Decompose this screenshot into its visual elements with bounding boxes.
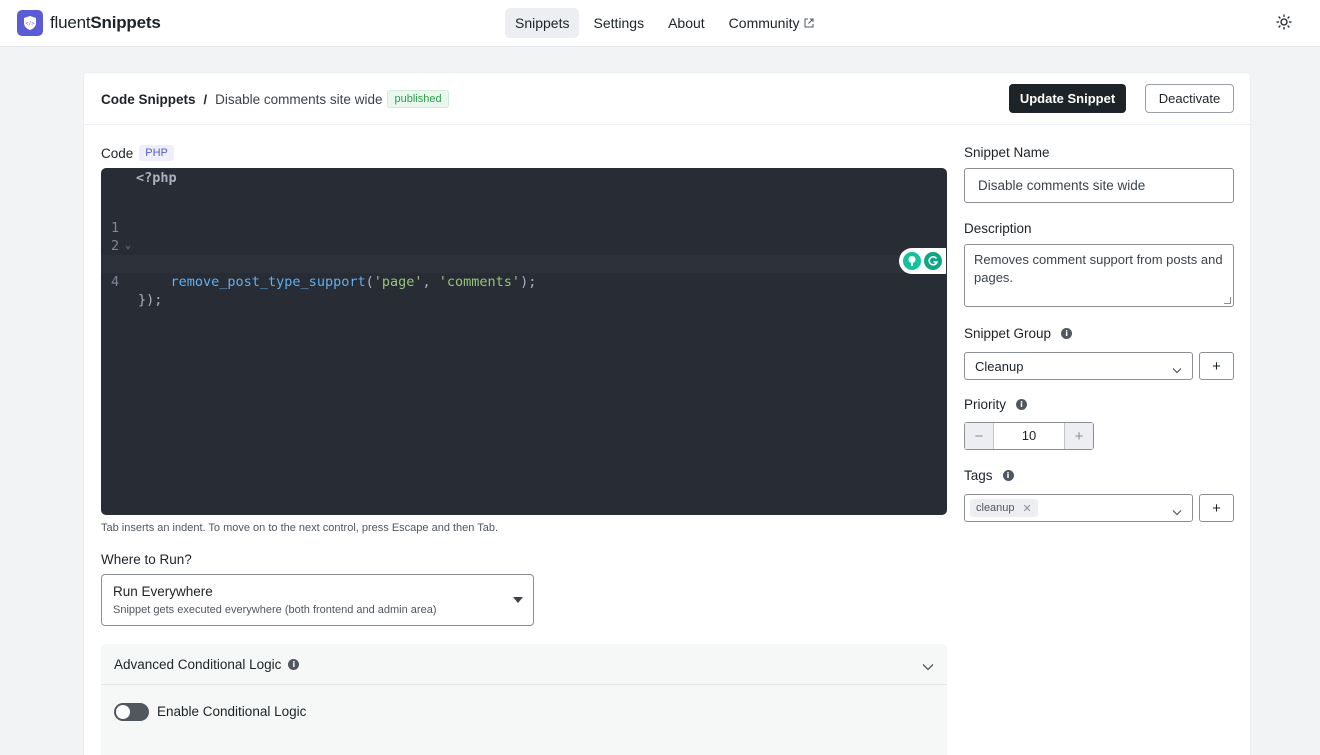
grammarly-suggest-icon[interactable] xyxy=(903,252,922,270)
toggle-knob xyxy=(116,705,130,719)
chevron-down-icon xyxy=(1172,503,1182,521)
line-number: 4 xyxy=(111,274,120,290)
snippet-group-value: Cleanup xyxy=(975,359,1024,374)
conditional-logic-toggle-label: Enable Conditional Logic xyxy=(157,704,307,719)
code-text: }); xyxy=(138,292,163,308)
external-link-icon xyxy=(804,15,814,31)
grammarly-logo-icon[interactable] xyxy=(923,252,942,270)
priority-label: Priority i xyxy=(964,397,1028,412)
add-tag-button[interactable]: + xyxy=(1199,494,1234,522)
breadcrumb-snippet-title: Disable comments site wide xyxy=(215,91,383,107)
info-icon: i xyxy=(288,659,300,670)
caret-down-icon xyxy=(513,597,523,603)
conditional-logic-toggle[interactable] xyxy=(114,703,149,721)
where-to-run-label: Where to Run? xyxy=(101,552,192,567)
remove-tag-close-icon[interactable]: ✕ xyxy=(1023,502,1032,515)
priority-stepper: − 10 + xyxy=(964,422,1094,450)
brand-name: fluentSnippets xyxy=(50,13,161,32)
main-nav: Snippets Settings About Community xyxy=(505,8,828,38)
snippet-name-input[interactable]: Disable comments site wide xyxy=(964,168,1234,203)
conditional-logic-panel: Advanced Conditional Logic i Enable Cond… xyxy=(101,644,947,755)
snippet-name-label: Snippet Name xyxy=(964,145,1050,160)
fluent-snippets-logo-icon: </> xyxy=(17,10,43,36)
info-icon: i xyxy=(1002,470,1014,481)
tags-label: Tags i xyxy=(964,468,1014,483)
tag-chip-label: cleanup xyxy=(976,502,1015,514)
nav-settings-label: Settings xyxy=(593,15,645,31)
snippet-group-label: Snippet Group i xyxy=(964,326,1073,341)
tags-label-text: Tags xyxy=(964,468,993,483)
svg-text:</>: </> xyxy=(25,21,34,27)
update-snippet-button[interactable]: Update Snippet xyxy=(1009,84,1126,113)
status-badge: published xyxy=(387,90,449,108)
where-to-run-select[interactable]: Run Everywhere Snippet gets executed eve… xyxy=(101,574,534,626)
theme-toggle-sun-icon[interactable] xyxy=(1276,14,1292,35)
tag-chip: cleanup ✕ xyxy=(970,499,1038,517)
conditional-logic-header[interactable]: Advanced Conditional Logic i xyxy=(101,644,947,685)
description-textarea[interactable]: Removes comment support from posts and p… xyxy=(964,244,1234,307)
description-label-text: Description xyxy=(964,221,1032,236)
code-line: 1 ⌄ add_action('init', function () { xyxy=(101,201,947,272)
language-badge: PHP xyxy=(139,145,174,161)
run-option-description: Snippet gets executed everywhere (both f… xyxy=(113,604,437,616)
breadcrumb-code-snippets-link[interactable]: Code Snippets xyxy=(101,92,196,107)
conditional-logic-title-text: Advanced Conditional Logic xyxy=(114,657,282,672)
add-group-button[interactable]: + xyxy=(1199,352,1234,380)
code-editor[interactable]: <?php 1 ⌄ add_action('init', function ()… xyxy=(101,168,947,515)
nav-snippets-label: Snippets xyxy=(515,15,570,31)
brand[interactable]: </> fluentSnippets xyxy=(17,10,161,36)
conditional-logic-title: Advanced Conditional Logic i xyxy=(114,657,300,672)
nav-snippets[interactable]: Snippets xyxy=(505,8,580,38)
code-line: 2 remove_post_type_support('post', 'comm… xyxy=(101,219,947,272)
nav-about-label: About xyxy=(668,15,705,31)
run-option-title: Run Everywhere xyxy=(113,584,213,599)
nav-settings[interactable]: Settings xyxy=(583,8,654,38)
code-label: Code PHP xyxy=(101,145,174,161)
decrement-minus-icon[interactable]: − xyxy=(965,423,993,449)
priority-label-text: Priority xyxy=(964,397,1007,412)
top-bar: </> fluentSnippets Snippets Settings Abo… xyxy=(0,0,1320,47)
deactivate-button[interactable]: Deactivate xyxy=(1145,84,1234,113)
nav-community-label: Community xyxy=(728,15,800,31)
nav-community[interactable]: Community xyxy=(719,8,825,38)
code-line: 3 remove_post_type_support('page', 'comm… xyxy=(101,237,947,290)
description-label: Description xyxy=(964,221,1032,236)
snippet-group-select[interactable]: Cleanup xyxy=(964,352,1193,380)
php-open-tag: <?php xyxy=(136,170,177,186)
chevron-down-icon xyxy=(1172,361,1182,379)
code-line-active: 4 }); xyxy=(101,255,947,308)
info-icon: i xyxy=(1061,328,1073,339)
tags-select[interactable]: cleanup ✕ xyxy=(964,494,1193,522)
resize-grip-icon[interactable] xyxy=(1224,297,1231,304)
priority-input[interactable]: 10 xyxy=(993,423,1065,449)
nav-about[interactable]: About xyxy=(658,8,715,38)
breadcrumb-separator: / xyxy=(203,91,208,107)
card-header: Code Snippets / Disable comments site wi… xyxy=(84,73,1252,125)
info-icon: i xyxy=(1016,399,1028,410)
breadcrumb: Code Snippets / Disable comments site wi… xyxy=(101,90,449,108)
code-label-text: Code xyxy=(101,145,134,161)
description-text: Removes comment support from posts and p… xyxy=(974,252,1223,285)
editor-hint: Tab inserts an indent. To move on to the… xyxy=(101,522,499,534)
chevron-down-icon[interactable] xyxy=(922,658,934,676)
increment-plus-icon[interactable]: + xyxy=(1065,423,1093,449)
snippet-name-label-text: Snippet Name xyxy=(964,145,1050,160)
grammarly-widget[interactable] xyxy=(899,248,946,274)
snippet-editor-card: Code Snippets / Disable comments site wi… xyxy=(83,72,1252,755)
snippet-group-label-text: Snippet Group xyxy=(964,326,1052,341)
code-text: remove_post_type_support('page', 'commen… xyxy=(170,274,537,290)
